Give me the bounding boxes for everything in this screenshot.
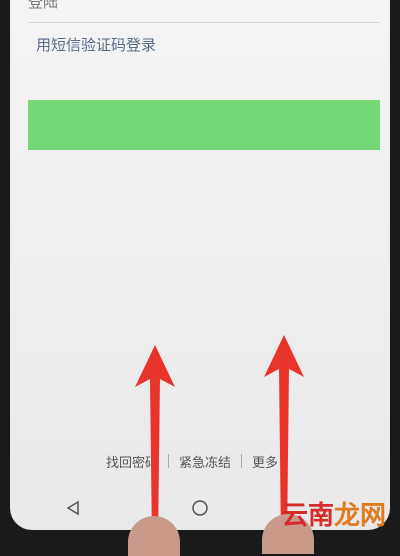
back-button[interactable] [53,488,93,528]
sms-login-link[interactable]: 用短信验证码登录 [36,34,156,55]
phone-screen: 登陆 用短信验证码登录 找回密码 紧急冻结 更多 [10,0,390,530]
watermark-part2: 龙网 [333,501,386,531]
top-cut-label: 登陆 [28,0,59,11]
home-button[interactable] [180,488,220,528]
red-arrow-left [135,345,175,542]
bottom-links: 找回密码 紧急冻结 更多 [96,450,288,472]
emergency-freeze-link[interactable]: 紧急冻结 [169,452,241,471]
home-circle-icon [192,500,208,516]
login-button[interactable] [28,100,380,150]
watermark-logo: 云南龙网 [282,495,386,532]
back-triangle-icon [66,500,80,516]
input-divider [28,22,380,23]
watermark-part1: 云南 [281,501,334,531]
